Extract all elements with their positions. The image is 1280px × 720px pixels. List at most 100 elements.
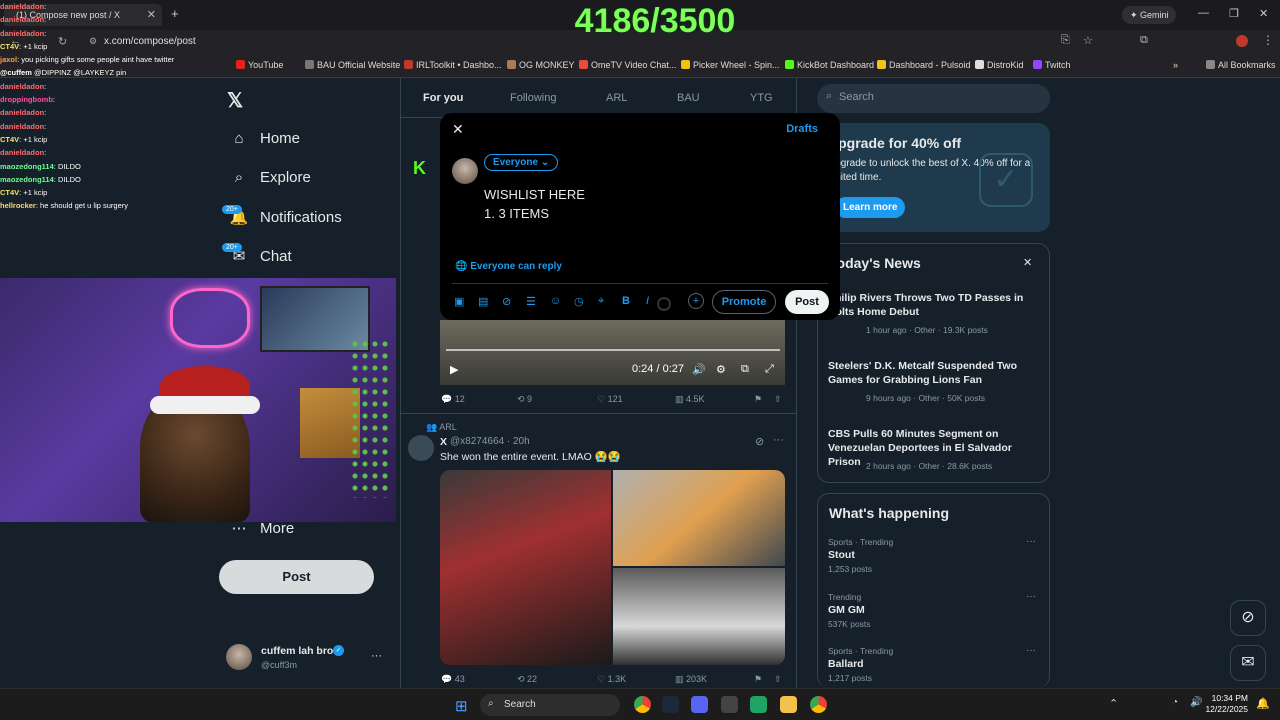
wifi-icon[interactable]: ◔ <box>1172 697 1178 708</box>
install-icon[interactable]: ⎘ <box>1061 34 1070 47</box>
steam-icon[interactable] <box>662 696 679 713</box>
emoji-icon[interactable]: ☺ <box>550 295 561 307</box>
chrome-icon[interactable] <box>634 696 651 713</box>
promote-button[interactable]: Promote <box>712 290 776 314</box>
grok-float-button[interactable]: ⊘ <box>1230 600 1266 636</box>
extension-icon[interactable]: ⧉ <box>1140 34 1148 47</box>
all-bookmarks[interactable]: All Bookmarks <box>1206 60 1276 70</box>
more-dots-icon[interactable]: ··· <box>1026 591 1036 602</box>
schedule-icon[interactable]: ◷ <box>574 295 584 308</box>
audience-selector[interactable]: Everyone ⌄ <box>484 154 559 171</box>
like-count[interactable]: ♡ 1.3K <box>597 674 626 685</box>
settings-icon[interactable]: ⚙ <box>716 363 726 376</box>
bookmark-icon[interactable]: ⚑ <box>754 394 762 405</box>
nav-home[interactable]: ⌂ Home <box>228 130 300 147</box>
like-count[interactable]: ♡ 121 <box>597 394 623 405</box>
play-icon[interactable]: ▶ <box>450 363 458 376</box>
learn-more-button[interactable]: Learn more <box>835 197 906 218</box>
minimize-icon[interactable]: — <box>1198 7 1209 19</box>
close-window-icon[interactable]: ✕ <box>1259 7 1268 20</box>
repost-count[interactable]: ⟲ 22 <box>517 674 537 685</box>
notification-bell-icon[interactable]: 🔔 <box>1256 697 1270 710</box>
nav-notifications[interactable]: 🔔 Notifications <box>228 208 342 226</box>
tab-arl[interactable]: ARL <box>606 92 627 104</box>
chat-text: : <box>44 121 47 131</box>
bookmark-twitch[interactable]: Twitch <box>1033 60 1071 70</box>
clock[interactable]: 10:34 PM 12/22/2025 <box>1205 693 1248 715</box>
reply-count-value: 12 <box>454 394 465 404</box>
bookmark-distrokid[interactable]: DistroKid <box>975 60 1024 70</box>
reply-count[interactable]: 💬 12 <box>441 394 465 405</box>
search-input[interactable]: ⌕ Search <box>817 84 1050 113</box>
more-dots-icon[interactable]: ··· <box>371 650 382 662</box>
reply-count[interactable]: 💬 43 <box>441 674 465 685</box>
bookmark-youtube[interactable]: YouTube <box>236 60 283 70</box>
location-icon[interactable]: ⌖ <box>598 295 604 308</box>
reply-setting[interactable]: 🌐 Everyone can reply <box>455 261 562 272</box>
bookmark-og-monkey[interactable]: OG MONKEY <box>507 60 575 70</box>
bookmark-ometv[interactable]: OmeTV Video Chat... <box>579 60 676 70</box>
menu-icon[interactable]: ⋮ <box>1262 33 1274 47</box>
close-icon[interactable]: ✕ <box>452 121 464 138</box>
account-switcher[interactable]: cuffem lah bro ✓ @cuff3m ··· <box>226 644 386 674</box>
chevron-right-icon[interactable]: » <box>1173 60 1178 70</box>
trend-posts: 537K posts <box>828 619 871 629</box>
bookmark-picker-wheel[interactable]: Picker Wheel - Spin... <box>681 60 780 70</box>
tweet-author[interactable]: X <box>440 436 447 448</box>
nav-explore[interactable]: ⌕ Explore <box>228 169 311 186</box>
folder-icon[interactable] <box>780 696 797 713</box>
bookmark-irltoolkit[interactable]: IRLToolkit • Dashbo... <box>404 60 502 70</box>
gif-icon[interactable]: ▤ <box>478 295 488 308</box>
share-icon[interactable]: ⇧ <box>774 674 782 685</box>
post-button[interactable]: Post <box>219 560 374 594</box>
volume-icon[interactable]: 🔊 <box>692 363 706 376</box>
share-icon[interactable]: ⇧ <box>774 394 782 405</box>
app-icon[interactable] <box>750 696 767 713</box>
profile-icon[interactable] <box>1236 35 1248 47</box>
more-dots-icon[interactable]: ··· <box>1026 536 1036 547</box>
bookmark-icon[interactable]: ⚑ <box>754 674 762 685</box>
chat-message: danieldadon: <box>0 13 230 26</box>
taskbar-search[interactable]: ⌕ Search <box>480 694 620 716</box>
more-dots-icon[interactable]: ··· <box>1026 645 1036 656</box>
poll-icon[interactable]: ☰ <box>526 295 536 308</box>
video-progress[interactable] <box>446 349 780 351</box>
grok-icon[interactable]: ⊘ <box>755 435 764 448</box>
tab-ytg[interactable]: YTG <box>750 92 773 104</box>
bookmark-kickbot[interactable]: KickBot Dashboard <box>785 60 874 70</box>
trend-context: Sports · Trending <box>828 537 894 547</box>
italic-icon[interactable]: I <box>646 295 649 307</box>
bookmark-pulsoid[interactable]: Dashboard - Pulsoid <box>877 60 971 70</box>
tab-bau[interactable]: BAU <box>677 92 700 104</box>
grok-icon[interactable]: ⊘ <box>502 295 511 308</box>
messages-float-button[interactable]: ✉ <box>1230 645 1266 681</box>
chevron-up-icon[interactable]: ⌃ <box>1109 697 1118 710</box>
bookmark-star-icon[interactable]: ☆ <box>1083 34 1093 47</box>
drafts-link[interactable]: Drafts <box>786 123 818 135</box>
image-icon[interactable]: ▣ <box>454 295 464 308</box>
post-submit-button[interactable]: Post <box>785 290 829 314</box>
view-count[interactable]: ▥ 4.5K <box>675 394 705 405</box>
bookmark-bau[interactable]: BAU Official Website <box>305 60 400 70</box>
volume-icon[interactable]: 🔊 <box>1190 697 1202 708</box>
gemini-button[interactable]: ✦ Gemini <box>1122 6 1176 24</box>
chrome-active-icon[interactable] <box>810 696 827 713</box>
app-icon[interactable] <box>721 696 738 713</box>
more-dots-icon[interactable]: ··· <box>773 434 784 446</box>
post-text-line: 1. 3 ITEMS <box>484 206 550 221</box>
repost-count[interactable]: ⟲ 9 <box>517 394 532 405</box>
chevron-down-icon: ⌄ <box>540 157 550 168</box>
tab-for-you[interactable]: For you <box>423 92 463 104</box>
discord-icon[interactable] <box>691 696 708 713</box>
view-count[interactable]: ▥ 203K <box>675 674 707 685</box>
popout-icon[interactable]: ⧉ <box>741 363 749 376</box>
fullscreen-icon[interactable]: ⤢ <box>765 363 774 376</box>
add-post-icon[interactable]: + <box>688 293 704 309</box>
bold-icon[interactable]: B <box>622 295 630 307</box>
close-icon[interactable]: ✕ <box>1023 256 1032 269</box>
restore-icon[interactable]: ❐ <box>1229 7 1239 20</box>
tab-following[interactable]: Following <box>510 92 556 104</box>
tweet-media[interactable] <box>440 470 785 665</box>
video-player[interactable] <box>440 320 785 385</box>
start-icon[interactable]: ⊞ <box>455 697 468 715</box>
